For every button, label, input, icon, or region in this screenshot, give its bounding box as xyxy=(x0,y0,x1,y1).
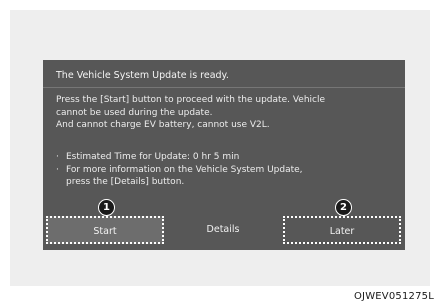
start-button[interactable]: Start xyxy=(46,216,164,244)
message-line: Press the [Start] button to proceed with… xyxy=(56,95,326,105)
bullet-marker: · xyxy=(56,164,59,175)
bullet-estimated-time: · Estimated Time for Update: 0 hr 5 min xyxy=(56,151,396,164)
bullet-text: For more information on the Vehicle Syst… xyxy=(66,164,303,175)
bullet-marker: · xyxy=(56,152,59,162)
manual-figure: The Vehicle System Update is ready. Pres… xyxy=(0,0,440,307)
popup-title: The Vehicle System Update is ready. xyxy=(56,70,229,81)
callout-marker-start: 1 xyxy=(98,199,115,216)
bullet-text: Estimated Time for Update: 0 hr 5 min xyxy=(66,152,240,162)
later-button[interactable]: Later xyxy=(283,216,401,244)
popup-divider xyxy=(43,87,405,88)
callout-marker-later: 2 xyxy=(335,199,352,216)
popup-button-bar: Start Details Later xyxy=(43,212,405,250)
bullet-text-continued: press the [Details] button. xyxy=(66,177,185,187)
info-bullets: · Estimated Time for Update: 0 hr 5 min … xyxy=(56,151,396,189)
popup-message: Press the [Start] button to proceed with… xyxy=(56,94,396,132)
system-update-popup: The Vehicle System Update is ready. Pres… xyxy=(43,60,405,250)
message-line: And cannot charge EV battery, cannot use… xyxy=(56,120,270,130)
figure-code-label: OJWEV051275L xyxy=(353,291,434,302)
bullet-more-info: · For more information on the Vehicle Sy… xyxy=(56,164,396,177)
message-line: cannot be used during the update. xyxy=(56,107,213,118)
details-button[interactable]: Details xyxy=(167,216,279,244)
